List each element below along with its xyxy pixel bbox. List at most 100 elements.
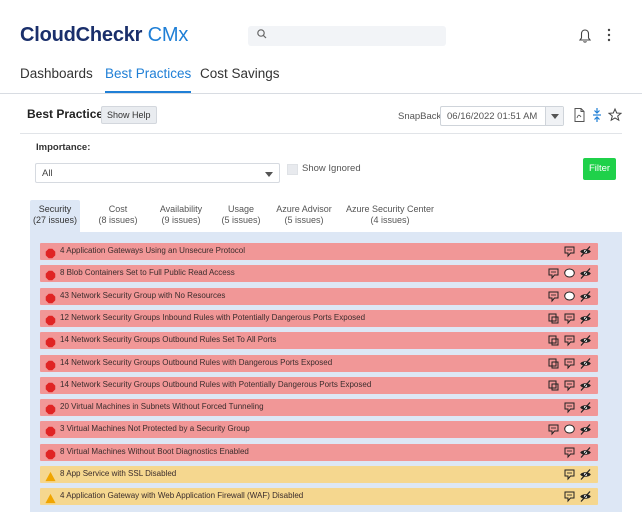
issue-text[interactable]: 43 Network Security Group with No Resour… [60, 291, 225, 300]
copy-tag-icon[interactable] [547, 357, 560, 370]
issue-row[interactable]: 20 Virtual Machines in Subnets Without F… [40, 399, 598, 417]
pdf-export-icon[interactable] [572, 107, 586, 123]
ignore-eye-icon[interactable] [579, 312, 592, 325]
issue-row[interactable]: 12 Network Security Groups Inbound Rules… [40, 309, 598, 327]
issue-text[interactable]: 8 Virtual Machines Without Boot Diagnost… [60, 447, 249, 456]
tab-name: Azure Advisor [276, 204, 332, 214]
copy-tag-icon[interactable] [547, 334, 560, 347]
snapback-select[interactable]: 06/16/2022 01:51 AM [440, 106, 564, 126]
comment-icon[interactable] [547, 290, 560, 303]
app-window: CloudCheckr CMx Dashboards Best Practice… [0, 0, 642, 512]
more-menu-icon[interactable] [605, 26, 613, 44]
issue-row[interactable]: 43 Network Security Group with No Resour… [40, 287, 598, 305]
importance-label: Importance: [36, 142, 91, 153]
high-severity-icon [45, 447, 56, 459]
chevron-down-icon [551, 114, 559, 119]
high-severity-icon [45, 335, 56, 348]
tab-azure-advisor[interactable]: Azure Advisor (5 issues) [270, 200, 338, 232]
note-bubble-icon[interactable] [563, 290, 576, 303]
comment-icon[interactable] [563, 446, 576, 459]
tab-availability[interactable]: Availability (9 issues) [150, 200, 212, 232]
snapback-value: 06/16/2022 01:51 AM [447, 111, 538, 122]
tab-count: (4 issues) [370, 215, 410, 225]
bell-icon[interactable] [578, 28, 592, 44]
ignore-eye-icon[interactable] [579, 468, 592, 481]
issue-row[interactable]: 8 App Service with SSL Disabled [40, 466, 598, 483]
search-input[interactable] [270, 28, 440, 44]
note-bubble-icon[interactable] [563, 423, 576, 436]
chevron-down-icon [265, 172, 273, 177]
tab-cost[interactable]: Cost (8 issues) [90, 200, 146, 232]
comment-icon[interactable] [547, 267, 560, 280]
show-ignored-label: Show Ignored [302, 163, 361, 174]
issue-text[interactable]: 14 Network Security Groups Outbound Rule… [60, 380, 371, 389]
comment-icon[interactable] [563, 357, 576, 370]
tab-security[interactable]: Security (27 issues) [30, 200, 80, 232]
issue-text[interactable]: 3 Virtual Machines Not Protected by a Se… [60, 424, 250, 433]
issue-row[interactable]: 8 Virtual Machines Without Boot Diagnost… [40, 443, 598, 461]
issue-row[interactable]: 4 Application Gateways Using an Unsecure… [40, 243, 598, 260]
issue-text[interactable]: 12 Network Security Groups Inbound Rules… [60, 313, 365, 322]
importance-select[interactable]: All [35, 163, 280, 183]
high-severity-icon [45, 402, 56, 415]
ignore-eye-icon[interactable] [579, 379, 592, 392]
comment-icon[interactable] [563, 401, 576, 414]
tab-dashboards[interactable]: Dashboards [20, 66, 93, 93]
tab-usage[interactable]: Usage (5 issues) [216, 200, 266, 232]
importance-value: All [42, 168, 53, 179]
filter-button[interactable]: Filter [583, 158, 616, 180]
issue-row[interactable]: 3 Virtual Machines Not Protected by a Se… [40, 421, 598, 439]
top-bar: CloudCheckr CMx [0, 0, 642, 62]
comment-icon[interactable] [563, 245, 576, 258]
star-icon[interactable] [608, 107, 622, 123]
collapse-icon[interactable] [590, 107, 604, 123]
issue-row[interactable]: 4 Application Gateway with Web Applicati… [40, 488, 598, 506]
warning-icon [45, 469, 56, 482]
high-severity-icon [45, 268, 56, 281]
show-ignored-checkbox[interactable] [287, 164, 298, 175]
issue-row[interactable]: 14 Network Security Groups Outbound Rule… [40, 376, 598, 394]
ignore-eye-icon[interactable] [579, 401, 592, 414]
tab-azure-security-center[interactable]: Azure Security Center (4 issues) [342, 200, 438, 232]
tab-count: (5 issues) [284, 215, 324, 225]
issue-text[interactable]: 14 Network Security Groups Outbound Rule… [60, 335, 276, 344]
ignore-eye-icon[interactable] [579, 423, 592, 436]
issue-text[interactable]: 4 Application Gateway with Web Applicati… [60, 491, 303, 500]
tab-count: (9 issues) [161, 215, 201, 225]
snapback-label: SnapBack: [398, 111, 444, 122]
search-box[interactable] [248, 26, 446, 46]
tab-cost-savings[interactable]: Cost Savings [200, 66, 280, 93]
issue-row[interactable]: 8 Blob Containers Set to Full Public Rea… [40, 265, 598, 283]
issue-text[interactable]: 8 App Service with SSL Disabled [60, 469, 176, 478]
warning-icon [45, 491, 56, 504]
ignore-eye-icon[interactable] [579, 490, 592, 503]
ignore-eye-icon[interactable] [579, 245, 592, 258]
note-bubble-icon[interactable] [563, 267, 576, 280]
ignore-eye-icon[interactable] [579, 357, 592, 370]
tab-best-practices[interactable]: Best Practices [105, 66, 192, 93]
comment-icon[interactable] [563, 490, 576, 503]
comment-icon[interactable] [547, 423, 560, 436]
copy-tag-icon[interactable] [547, 312, 560, 325]
snapback-caret[interactable] [545, 107, 563, 125]
issue-text[interactable]: 20 Virtual Machines in Subnets Without F… [60, 402, 264, 411]
ignore-eye-icon[interactable] [579, 290, 592, 303]
high-severity-icon [45, 424, 56, 437]
copy-tag-icon[interactable] [547, 379, 560, 392]
comment-icon[interactable] [563, 379, 576, 392]
ignore-eye-icon[interactable] [579, 334, 592, 347]
logo-main: CloudCheckr [20, 24, 143, 46]
show-help-button[interactable]: Show Help [101, 106, 157, 124]
issue-text[interactable]: 8 Blob Containers Set to Full Public Rea… [60, 268, 235, 277]
issue-text[interactable]: 14 Network Security Groups Outbound Rule… [60, 358, 332, 367]
comment-icon[interactable] [563, 468, 576, 481]
logo[interactable]: CloudCheckr CMx [20, 24, 188, 47]
ignore-eye-icon[interactable] [579, 267, 592, 280]
comment-icon[interactable] [563, 334, 576, 347]
issue-text[interactable]: 4 Application Gateways Using an Unsecure… [60, 246, 245, 255]
issue-row[interactable]: 14 Network Security Groups Outbound Rule… [40, 332, 598, 350]
ignore-eye-icon[interactable] [579, 446, 592, 459]
issue-row[interactable]: 14 Network Security Groups Outbound Rule… [40, 354, 598, 372]
comment-icon[interactable] [563, 312, 576, 325]
logo-sub: CMx [147, 24, 189, 46]
